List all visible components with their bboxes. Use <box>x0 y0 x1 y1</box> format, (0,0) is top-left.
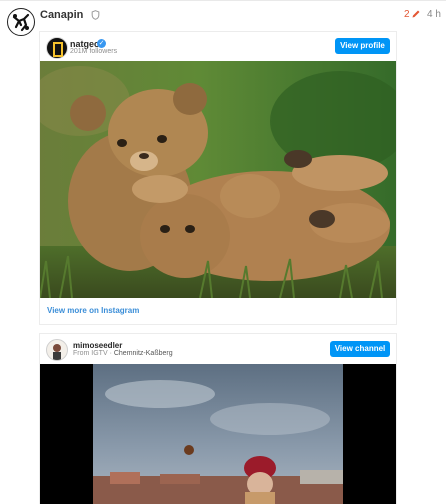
channel-name[interactable]: mimoseedler <box>73 341 122 350</box>
view-profile-button[interactable]: View profile <box>335 38 390 54</box>
mimoseedler-avatar[interactable] <box>46 339 68 361</box>
verified-badge-icon: ✓ <box>97 39 106 48</box>
post-date[interactable]: 4 h <box>427 9 441 20</box>
edit-pencil-icon[interactable] <box>411 9 421 19</box>
location-label[interactable]: Chemnitz-Kaßberg <box>114 350 173 357</box>
lion-cubs-photo[interactable] <box>40 61 396 298</box>
view-channel-button[interactable]: View channel <box>330 341 390 357</box>
igtv-source-line: From IGTV · Chemnitz-Kaßberg <box>73 350 173 357</box>
igtv-video-preview[interactable] <box>40 364 396 504</box>
top-divider <box>0 0 446 1</box>
follower-count: 201M followers <box>70 48 118 55</box>
natgeo-avatar[interactable] <box>46 37 68 59</box>
igtv-embed-mimoseedler: mimoseedler From IGTV · Chemnitz-Kaßberg… <box>39 333 397 504</box>
from-igtv-label: From IGTV <box>73 350 108 357</box>
edit-count[interactable]: 2 <box>404 9 410 20</box>
post-username[interactable]: Canapin <box>40 9 83 21</box>
view-more-instagram-link[interactable]: View more on Instagram <box>47 306 139 315</box>
instagram-embed-natgeo: natgeo ✓ 201M followers View profile Vie… <box>39 31 397 325</box>
shield-icon <box>91 10 100 20</box>
user-avatar[interactable] <box>7 8 35 36</box>
